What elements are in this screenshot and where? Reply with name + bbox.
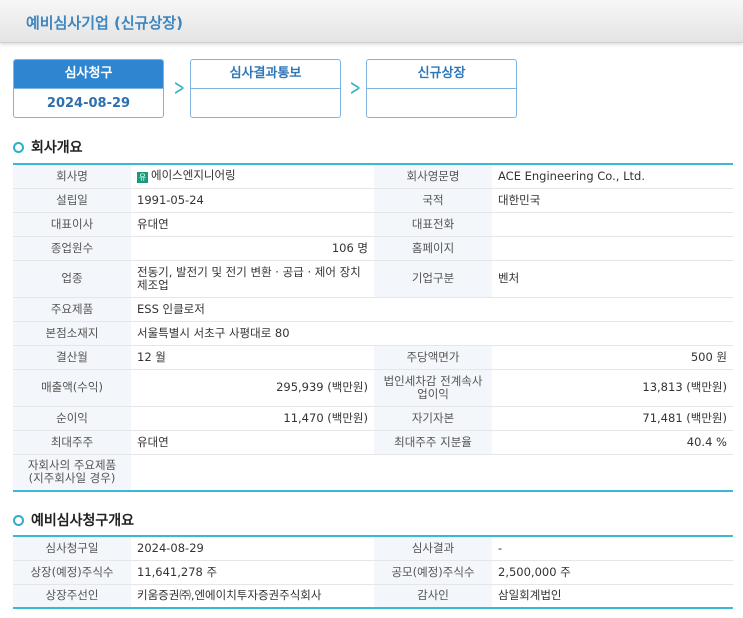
value: ESS 인클로저 — [131, 297, 733, 322]
value: 벤처 — [492, 260, 733, 298]
value: 유대연 — [131, 212, 374, 237]
label: 홈페이지 — [374, 236, 492, 261]
section-review-request: 예비심사청구개요 — [13, 510, 134, 530]
value: 삼일회계법인 — [492, 584, 733, 609]
label: 회사명 — [13, 164, 131, 189]
step-label: 심사청구 — [14, 60, 163, 89]
table-row: 결산월 12 월 주당액면가 500 원 — [13, 345, 733, 370]
step-label: 심사결과통보 — [191, 60, 340, 89]
label: 감사인 — [374, 584, 492, 609]
value: 유 에이스엔지니어링 — [131, 164, 374, 189]
value: 106 명 — [131, 236, 374, 261]
table-row: 업종 전동기, 발전기 및 전기 변환 · 공급 · 제어 장치 제조업 기업구분 벤… — [13, 260, 733, 298]
label: 순이익 — [13, 406, 131, 431]
section-heading: 회사개요 — [31, 140, 83, 156]
page-header: 예비심사기업 (신규상장) — [0, 0, 743, 43]
value: 서울특별시 서초구 사평대로 80 — [131, 321, 733, 346]
label: 공모(예정)주식수 — [374, 560, 492, 585]
value: 12 월 — [131, 345, 374, 370]
label: 국적 — [374, 188, 492, 213]
table-row: 매출액(수익) 295,939 (백만원) 법인세차감 전계속사업이익 13,813 … — [13, 369, 733, 407]
value — [492, 212, 733, 237]
table-row: 대표이사 유대연 대표전화 — [13, 212, 733, 237]
value: 11,641,278 주 — [131, 560, 374, 585]
kosdaq-badge-icon: 유 — [137, 172, 148, 184]
label: 대표이사 — [13, 212, 131, 237]
label: 매출액(수익) — [13, 369, 131, 407]
value: 11,470 (백만원) — [131, 406, 374, 431]
label: 주요제품 — [13, 297, 131, 322]
value — [492, 236, 733, 261]
chevron-right-icon: > — [173, 76, 185, 101]
value: 13,813 (백만원) — [492, 369, 733, 407]
value: 295,939 (백만원) — [131, 369, 374, 407]
label: 기업구분 — [374, 260, 492, 298]
label: 설립일 — [13, 188, 131, 213]
table-row: 상장(예정)주식수 11,641,278 주 공모(예정)주식수 2,500,000 … — [13, 560, 733, 585]
label: 종업원수 — [13, 236, 131, 261]
value: 500 원 — [492, 345, 733, 370]
company-name: 에이스엔지니어링 — [151, 168, 236, 183]
step-review-request: 심사청구 2024-08-29 — [13, 59, 164, 118]
table-row: 회사명 유 에이스엔지니어링 회사영문명 ACE Engineering Co., Lt… — [13, 164, 733, 189]
step-date — [191, 89, 340, 117]
step-review-result: 심사결과통보 — [190, 59, 341, 118]
table-row: 심사청구일 2024-08-29 심사결과 - — [13, 536, 733, 561]
label: 주당액면가 — [374, 345, 492, 370]
table-row: 종업원수 106 명 홈페이지 — [13, 236, 733, 261]
value — [131, 454, 733, 492]
value: ACE Engineering Co., Ltd. — [492, 164, 733, 189]
value: 2,500,000 주 — [492, 560, 733, 585]
step-new-listing: 신규상장 — [366, 59, 517, 118]
company-overview-table: 회사명 유 에이스엔지니어링 회사영문명 ACE Engineering Co., Lt… — [13, 163, 733, 492]
label: 본점소재지 — [13, 321, 131, 346]
review-request-table: 심사청구일 2024-08-29 심사결과 - 상장(예정)주식수 11,641,278… — [13, 535, 733, 609]
value: 유대연 — [131, 430, 374, 455]
label: 결산월 — [13, 345, 131, 370]
table-row: 본점소재지 서울특별시 서초구 사평대로 80 — [13, 321, 733, 346]
table-row: 주요제품 ESS 인클로저 — [13, 297, 733, 322]
value: 71,481 (백만원) — [492, 406, 733, 431]
label: 최대주주 — [13, 430, 131, 455]
value: 40.4 % — [492, 430, 733, 455]
table-row: 최대주주 유대연 최대주주 지분율 40.4 % — [13, 430, 733, 455]
table-row: 상장주선인 키움증권㈜,엔에이치투자증권주식회사 감사인 삼일회계법인 — [13, 584, 733, 609]
step-label: 신규상장 — [367, 60, 516, 89]
value: 대한민국 — [492, 188, 733, 213]
value: - — [492, 536, 733, 561]
circle-bullet-icon — [13, 514, 24, 526]
section-heading: 예비심사청구개요 — [31, 513, 135, 529]
step-date — [367, 89, 516, 117]
label: 최대주주 지분율 — [374, 430, 492, 455]
label: 심사결과 — [374, 536, 492, 561]
label: 대표전화 — [374, 212, 492, 237]
label: 상장주선인 — [13, 584, 131, 609]
label: 업종 — [13, 260, 131, 298]
value: 1991-05-24 — [131, 188, 374, 213]
circle-bullet-icon — [13, 141, 24, 153]
page-title: 예비심사기업 (신규상장) — [26, 14, 183, 32]
table-row: 설립일 1991-05-24 국적 대한민국 — [13, 188, 733, 213]
section-company-overview: 회사개요 — [13, 137, 83, 157]
value: 전동기, 발전기 및 전기 변환 · 공급 · 제어 장치 제조업 — [131, 260, 374, 298]
label: 자기자본 — [374, 406, 492, 431]
step-date: 2024-08-29 — [46, 96, 131, 111]
value: 키움증권㈜,엔에이치투자증권주식회사 — [131, 584, 374, 609]
label: 심사청구일 — [13, 536, 131, 561]
value: 2024-08-29 — [131, 536, 374, 561]
chevron-right-icon: > — [349, 76, 361, 101]
table-row: 자회사의 주요제품 (지주회사일 경우) — [13, 454, 733, 492]
label: 상장(예정)주식수 — [13, 560, 131, 585]
label: 법인세차감 전계속사업이익 — [374, 369, 492, 407]
label: 자회사의 주요제품 (지주회사일 경우) — [13, 454, 131, 492]
table-row: 순이익 11,470 (백만원) 자기자본 71,481 (백만원) — [13, 406, 733, 431]
label: 회사영문명 — [374, 164, 492, 189]
